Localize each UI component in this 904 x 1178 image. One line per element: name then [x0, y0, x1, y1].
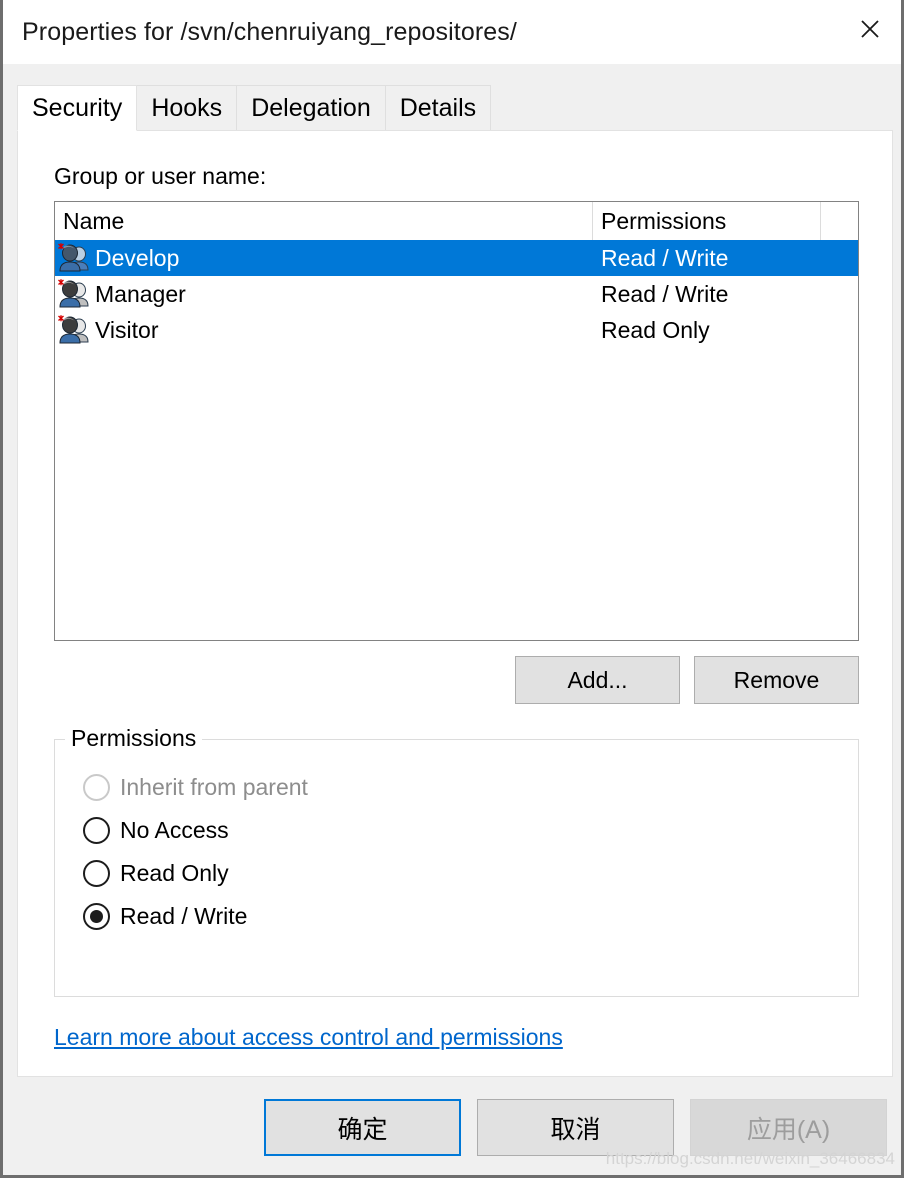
radio-read-only[interactable]: Read Only	[83, 858, 308, 888]
column-header-permissions[interactable]: Permissions	[593, 202, 821, 240]
tab-details-label: Details	[399, 94, 477, 122]
row-name-text: Visitor	[95, 316, 159, 343]
table-row[interactable]: Develop Read / Write	[55, 240, 858, 276]
tab-hooks[interactable]: Hooks	[136, 85, 238, 131]
row-name-cell: Visitor	[55, 312, 593, 348]
table-row[interactable]: Manager Read / Write	[55, 276, 858, 312]
radio-mark-icon	[83, 859, 110, 887]
group-users-icon	[57, 279, 89, 309]
row-name-cell: Develop	[55, 240, 593, 276]
permissions-groupbox: Permissions Inherit from parent No Acces…	[54, 725, 859, 997]
group-user-listview[interactable]: Name Permissions Develop Read / Write Ma…	[54, 201, 859, 641]
radio-mark-icon	[83, 816, 110, 844]
row-permissions-cell: Read / Write	[601, 244, 729, 271]
dialog-footer: 确定 取消 应用(A)	[3, 1077, 901, 1175]
row-name-text: Manager	[95, 280, 186, 307]
radio-no-access[interactable]: No Access	[83, 815, 308, 845]
properties-dialog: Properties for /svn/chenruiyang_reposito…	[0, 0, 904, 1178]
tab-hooks-label: Hooks	[151, 94, 223, 122]
radio-no-access-label: No Access	[120, 816, 229, 843]
add-button[interactable]: Add...	[515, 656, 680, 704]
tab-security-label: Security	[32, 93, 123, 122]
row-permissions-cell: Read / Write	[601, 280, 729, 307]
listview-header: Name Permissions	[55, 202, 858, 240]
ok-button[interactable]: 确定	[264, 1099, 461, 1156]
radio-read-write[interactable]: Read / Write	[83, 901, 308, 931]
group-or-user-name-label: Group or user name:	[54, 163, 267, 189]
group-users-icon	[57, 315, 89, 345]
radio-inherit-from-parent-label: Inherit from parent	[120, 773, 308, 800]
column-header-filler	[821, 202, 858, 240]
permissions-radio-list: Inherit from parent No Access Read Only …	[83, 772, 308, 931]
list-action-buttons: Add... Remove	[54, 656, 859, 704]
radio-read-only-label: Read Only	[120, 859, 229, 886]
listview-body: Develop Read / Write Manager Read / Writ…	[55, 240, 858, 348]
radio-read-write-label: Read / Write	[120, 902, 248, 929]
close-icon[interactable]	[839, 0, 901, 58]
column-header-name[interactable]: Name	[55, 202, 593, 240]
apply-button: 应用(A)	[690, 1099, 887, 1156]
group-users-icon	[57, 243, 89, 273]
tab-strip: Security Hooks Delegation Details	[17, 85, 492, 131]
footer-buttons: 确定 取消 应用(A)	[264, 1099, 887, 1156]
permissions-group-label: Permissions	[65, 725, 203, 752]
radio-inherit-from-parent[interactable]: Inherit from parent	[83, 772, 308, 802]
learn-more-link[interactable]: Learn more about access control and perm…	[54, 1024, 563, 1051]
window-title: Properties for /svn/chenruiyang_reposito…	[22, 17, 517, 46]
radio-mark-icon	[83, 902, 110, 930]
tab-delegation-label: Delegation	[251, 94, 371, 122]
table-row[interactable]: Visitor Read Only	[55, 312, 858, 348]
tab-security[interactable]: Security	[17, 85, 138, 131]
row-permissions-cell: Read Only	[601, 316, 710, 343]
tab-details[interactable]: Details	[384, 85, 492, 131]
radio-mark-icon	[83, 773, 110, 801]
security-tab-panel: Group or user name: Name Permissions Dev…	[17, 130, 893, 1077]
remove-button[interactable]: Remove	[694, 656, 859, 704]
cancel-button[interactable]: 取消	[477, 1099, 674, 1156]
tab-delegation[interactable]: Delegation	[236, 85, 386, 131]
title-bar: Properties for /svn/chenruiyang_reposito…	[3, 0, 901, 64]
row-name-text: Develop	[95, 244, 180, 271]
row-name-cell: Manager	[55, 276, 593, 312]
